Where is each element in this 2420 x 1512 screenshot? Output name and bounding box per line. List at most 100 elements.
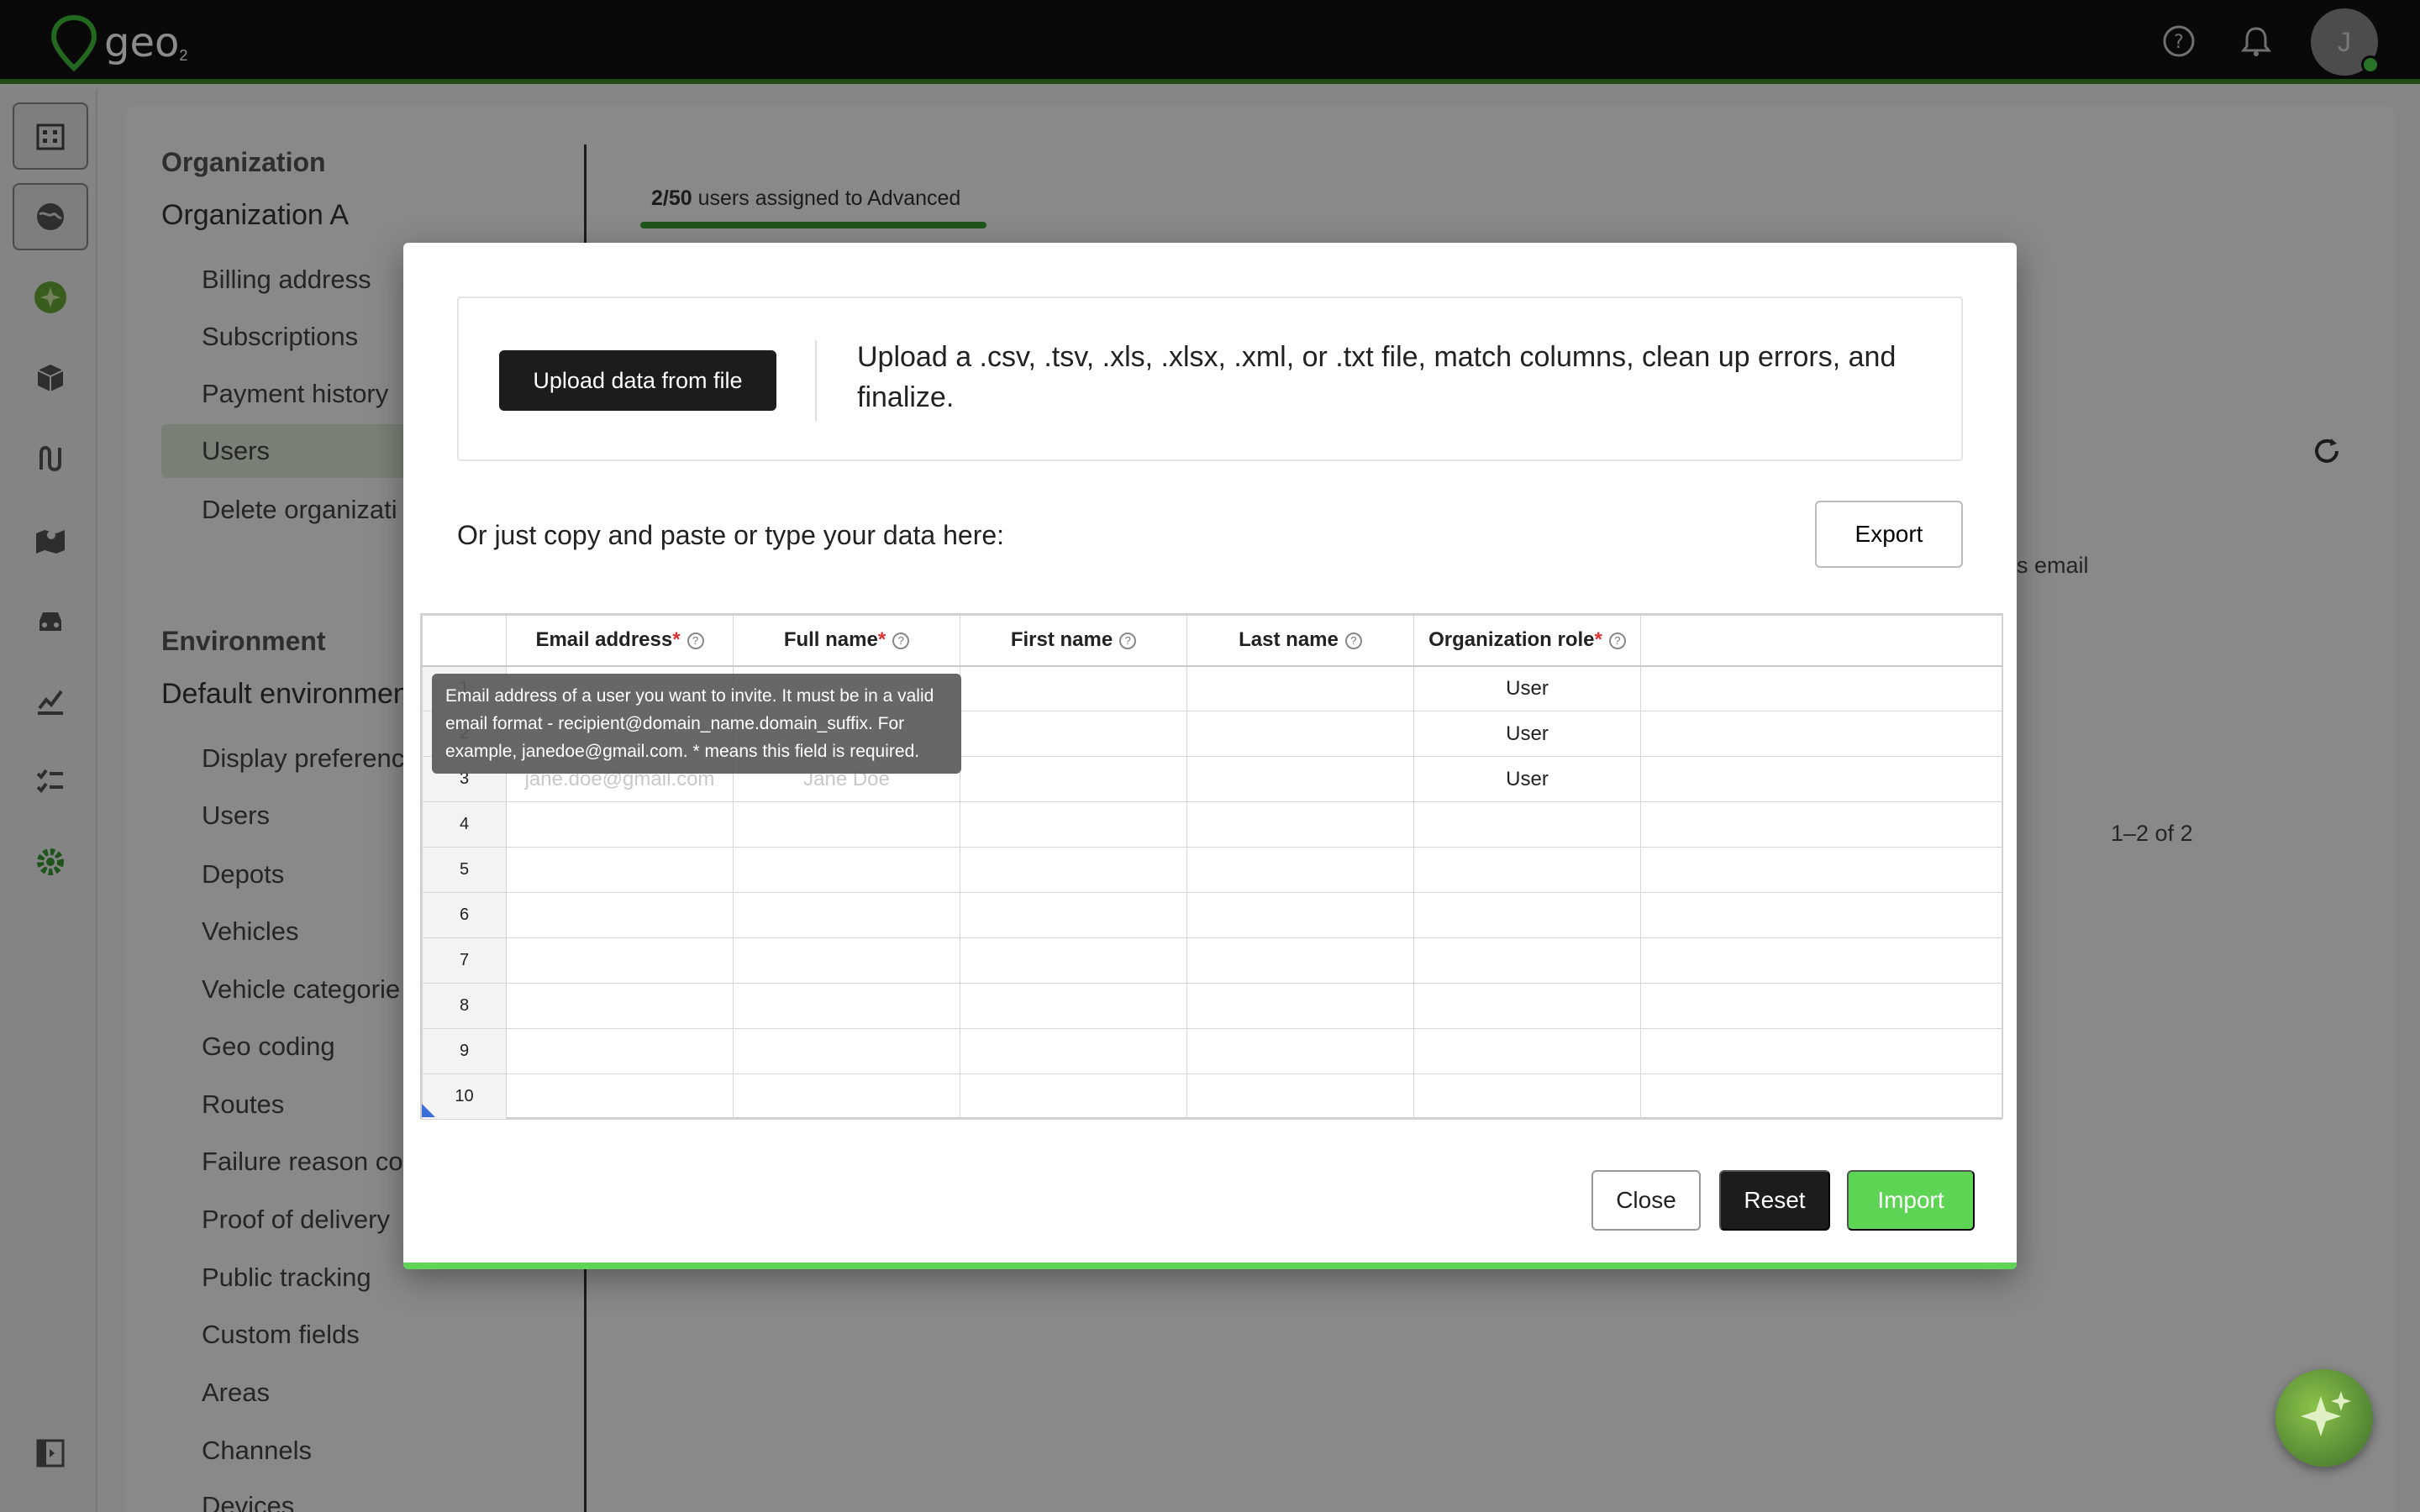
import-button[interactable]: Import — [1847, 1170, 1975, 1231]
cell-full-name[interactable] — [733, 801, 960, 848]
row-number: 8 — [422, 983, 507, 1029]
email-help-tooltip: Email address of a user you want to invi… — [432, 674, 961, 774]
cell-last-name[interactable] — [1186, 756, 1414, 802]
cell-email[interactable] — [506, 937, 734, 984]
cell-last-name[interactable] — [1186, 937, 1414, 984]
cell-empty[interactable] — [1640, 711, 2002, 757]
cell-empty[interactable] — [1640, 983, 2002, 1029]
table-row: 4 — [422, 801, 2002, 848]
cell-first-name[interactable] — [960, 1028, 1187, 1074]
cell-first-name[interactable] — [960, 801, 1187, 848]
cell-first-name[interactable] — [960, 983, 1187, 1029]
sparkles-icon — [2301, 1391, 2351, 1436]
cell-empty[interactable] — [1640, 1028, 2002, 1074]
cell-empty[interactable] — [1640, 665, 2002, 711]
cell-empty[interactable] — [1640, 937, 2002, 984]
upload-file-button[interactable]: Upload data from file — [499, 350, 776, 411]
cell-last-name[interactable] — [1186, 665, 1414, 711]
row-number: 7 — [422, 937, 507, 984]
cell-full-name[interactable] — [733, 847, 960, 893]
row-number: 6 — [422, 892, 507, 938]
help-icon[interactable]: ? — [1608, 632, 1626, 649]
cell-full-name[interactable] — [733, 937, 960, 984]
table-row: 9 — [422, 1028, 2002, 1074]
ai-assistant-button[interactable] — [2275, 1369, 2373, 1467]
column-header-full-name[interactable]: Full name*? — [733, 615, 960, 667]
column-header-empty — [1640, 615, 2002, 667]
cell-role[interactable] — [1413, 847, 1641, 893]
cell-role[interactable] — [1413, 983, 1641, 1029]
cell-last-name[interactable] — [1186, 711, 1414, 757]
cell-email[interactable] — [506, 983, 734, 1029]
cell-empty[interactable] — [1640, 1074, 2002, 1120]
cell-email[interactable] — [506, 801, 734, 848]
table-row: 10 — [422, 1074, 2002, 1120]
cell-role[interactable] — [1413, 1028, 1641, 1074]
cell-empty[interactable] — [1640, 756, 2002, 802]
cell-last-name[interactable] — [1186, 847, 1414, 893]
cell-first-name[interactable] — [960, 711, 1187, 757]
cell-empty[interactable] — [1640, 847, 2002, 893]
cell-full-name[interactable] — [733, 1028, 960, 1074]
column-header-first-name[interactable]: First name? — [960, 615, 1187, 667]
cell-email[interactable] — [506, 847, 734, 893]
table-row: 7 — [422, 937, 2002, 984]
column-label: Organization role — [1428, 628, 1595, 652]
close-button[interactable]: Close — [1591, 1170, 1701, 1231]
cell-role[interactable] — [1413, 892, 1641, 938]
column-label: Full name — [783, 628, 878, 652]
cell-last-name[interactable] — [1186, 892, 1414, 938]
cell-last-name[interactable] — [1186, 1028, 1414, 1074]
cell-role[interactable]: User — [1413, 756, 1641, 802]
cell-role[interactable] — [1413, 937, 1641, 984]
cell-role[interactable]: User — [1413, 665, 1641, 711]
cell-first-name[interactable] — [960, 1074, 1187, 1120]
upload-area: Upload data from file Upload a .csv, .ts… — [457, 297, 1963, 461]
help-icon[interactable]: ? — [892, 632, 910, 649]
cell-last-name[interactable] — [1186, 801, 1414, 848]
row-number: 5 — [422, 847, 507, 893]
row-number: 4 — [422, 801, 507, 848]
cell-last-name[interactable] — [1186, 983, 1414, 1029]
help-icon[interactable]: ? — [1119, 632, 1137, 649]
cell-full-name[interactable] — [733, 1074, 960, 1120]
cell-email[interactable] — [506, 1028, 734, 1074]
row-number-header — [422, 615, 507, 667]
help-icon[interactable]: ? — [687, 632, 704, 649]
help-icon[interactable]: ? — [1344, 632, 1362, 649]
cell-full-name[interactable] — [733, 892, 960, 938]
table-header-row: Email address*? Full name*? First name? … — [422, 615, 2002, 667]
table-row: 8 — [422, 983, 2002, 1029]
cell-first-name[interactable] — [960, 756, 1187, 802]
column-header-last-name[interactable]: Last name? — [1186, 615, 1414, 667]
reset-button[interactable]: Reset — [1719, 1170, 1830, 1231]
cell-email[interactable] — [506, 1074, 734, 1120]
column-label: Email address — [535, 628, 673, 652]
required-marker: * — [1594, 628, 1602, 652]
column-label: First name — [1010, 628, 1113, 652]
cell-role[interactable] — [1413, 801, 1641, 848]
cell-first-name[interactable] — [960, 937, 1187, 984]
required-marker: * — [672, 628, 681, 652]
cell-empty[interactable] — [1640, 801, 2002, 848]
column-header-email[interactable]: Email address*? — [506, 615, 734, 667]
cell-first-name[interactable] — [960, 892, 1187, 938]
row-number: 9 — [422, 1028, 507, 1074]
cell-role[interactable] — [1413, 1074, 1641, 1120]
required-marker: * — [877, 628, 886, 652]
upload-divider — [815, 340, 817, 421]
cell-last-name[interactable] — [1186, 1074, 1414, 1120]
column-label: Last name — [1239, 628, 1339, 652]
table-row: 6 — [422, 892, 2002, 938]
cell-empty[interactable] — [1640, 892, 2002, 938]
export-button[interactable]: Export — [1815, 501, 1963, 568]
paste-instructions: Or just copy and paste or type your data… — [457, 520, 1005, 550]
cell-role[interactable]: User — [1413, 711, 1641, 757]
import-users-dialog: Upload data from file Upload a .csv, .ts… — [403, 243, 2017, 1269]
column-header-organization-role[interactable]: Organization role*? — [1413, 615, 1641, 667]
cell-full-name[interactable] — [733, 983, 960, 1029]
cell-email[interactable] — [506, 892, 734, 938]
cell-first-name[interactable] — [960, 847, 1187, 893]
selection-corner-marker — [422, 1104, 435, 1117]
cell-first-name[interactable] — [960, 665, 1187, 711]
